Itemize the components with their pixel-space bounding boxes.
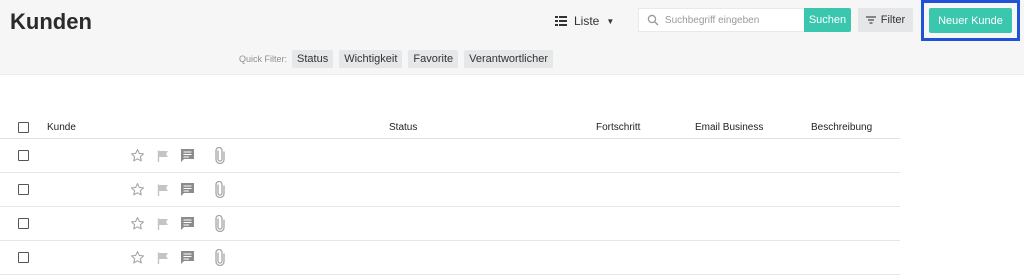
- quick-filter-chip-verantwortlicher[interactable]: Verantwortlicher: [464, 50, 554, 68]
- filter-label: Filter: [880, 14, 906, 26]
- table-row[interactable]: [0, 207, 900, 241]
- new-button-highlight: Neuer Kunde: [921, 0, 1020, 41]
- row-checkbox[interactable]: [18, 218, 29, 229]
- page-title: Kunden: [10, 9, 92, 34]
- quick-filter-chip-status[interactable]: Status: [292, 50, 334, 68]
- filter-button[interactable]: Filter: [858, 8, 913, 32]
- flag-icon[interactable]: [157, 184, 169, 196]
- search-icon: [647, 14, 659, 26]
- flag-icon[interactable]: [157, 218, 169, 230]
- table-body: [0, 139, 900, 275]
- search-input[interactable]: [664, 14, 804, 26]
- star-icon[interactable]: [130, 148, 145, 163]
- star-icon[interactable]: [130, 250, 145, 265]
- quick-filter-chip-wichtigkeit[interactable]: Wichtigkeit: [339, 50, 403, 68]
- row-checkbox[interactable]: [18, 184, 29, 195]
- filter-icon: [865, 16, 876, 24]
- paperclip-icon[interactable]: [215, 215, 225, 232]
- star-icon[interactable]: [130, 182, 145, 197]
- paperclip-icon[interactable]: [215, 181, 225, 198]
- quick-filter-label: Quick Filter:: [239, 54, 288, 64]
- column-header-status[interactable]: Status: [389, 122, 417, 133]
- column-header-fortschritt[interactable]: Fortschritt: [596, 122, 640, 133]
- table-row[interactable]: [0, 173, 900, 207]
- table-row[interactable]: [0, 241, 900, 275]
- paperclip-icon[interactable]: [215, 249, 225, 266]
- flag-icon[interactable]: [157, 252, 169, 264]
- view-switcher[interactable]: Liste ▼: [555, 10, 614, 32]
- search-button[interactable]: Suchen: [804, 8, 851, 32]
- paperclip-icon[interactable]: [215, 147, 225, 164]
- column-header-kunde[interactable]: Kunde: [47, 122, 76, 133]
- comment-icon[interactable]: [180, 250, 195, 265]
- column-header-beschreibung[interactable]: Beschreibung: [811, 122, 872, 133]
- quick-filter-chip-favorite[interactable]: Favorite: [408, 50, 459, 68]
- comment-icon[interactable]: [180, 148, 195, 163]
- comment-icon[interactable]: [180, 216, 195, 231]
- flag-icon[interactable]: [157, 150, 169, 162]
- table-row[interactable]: [0, 139, 900, 173]
- column-header-email-business[interactable]: Email Business: [695, 122, 763, 133]
- page-header: Kunden Liste ▼ Suchen Filter Neuer Kunde…: [0, 0, 1024, 75]
- comment-icon[interactable]: [180, 182, 195, 197]
- star-icon[interactable]: [130, 216, 145, 231]
- view-label: Liste: [574, 14, 600, 28]
- customer-table: Kunde Status Fortschritt Email Business …: [0, 118, 900, 275]
- new-customer-button[interactable]: Neuer Kunde: [929, 8, 1012, 33]
- select-all-checkbox[interactable]: [18, 122, 29, 133]
- chevron-down-icon: ▼: [606, 16, 615, 26]
- row-checkbox[interactable]: [18, 252, 29, 263]
- search-box: [638, 8, 804, 32]
- quick-filter-bar: Quick Filter: Status Wichtigkeit Favorit…: [239, 50, 559, 68]
- table-header: Kunde Status Fortschritt Email Business …: [0, 118, 900, 139]
- row-checkbox[interactable]: [18, 150, 29, 161]
- list-icon: [555, 16, 567, 26]
